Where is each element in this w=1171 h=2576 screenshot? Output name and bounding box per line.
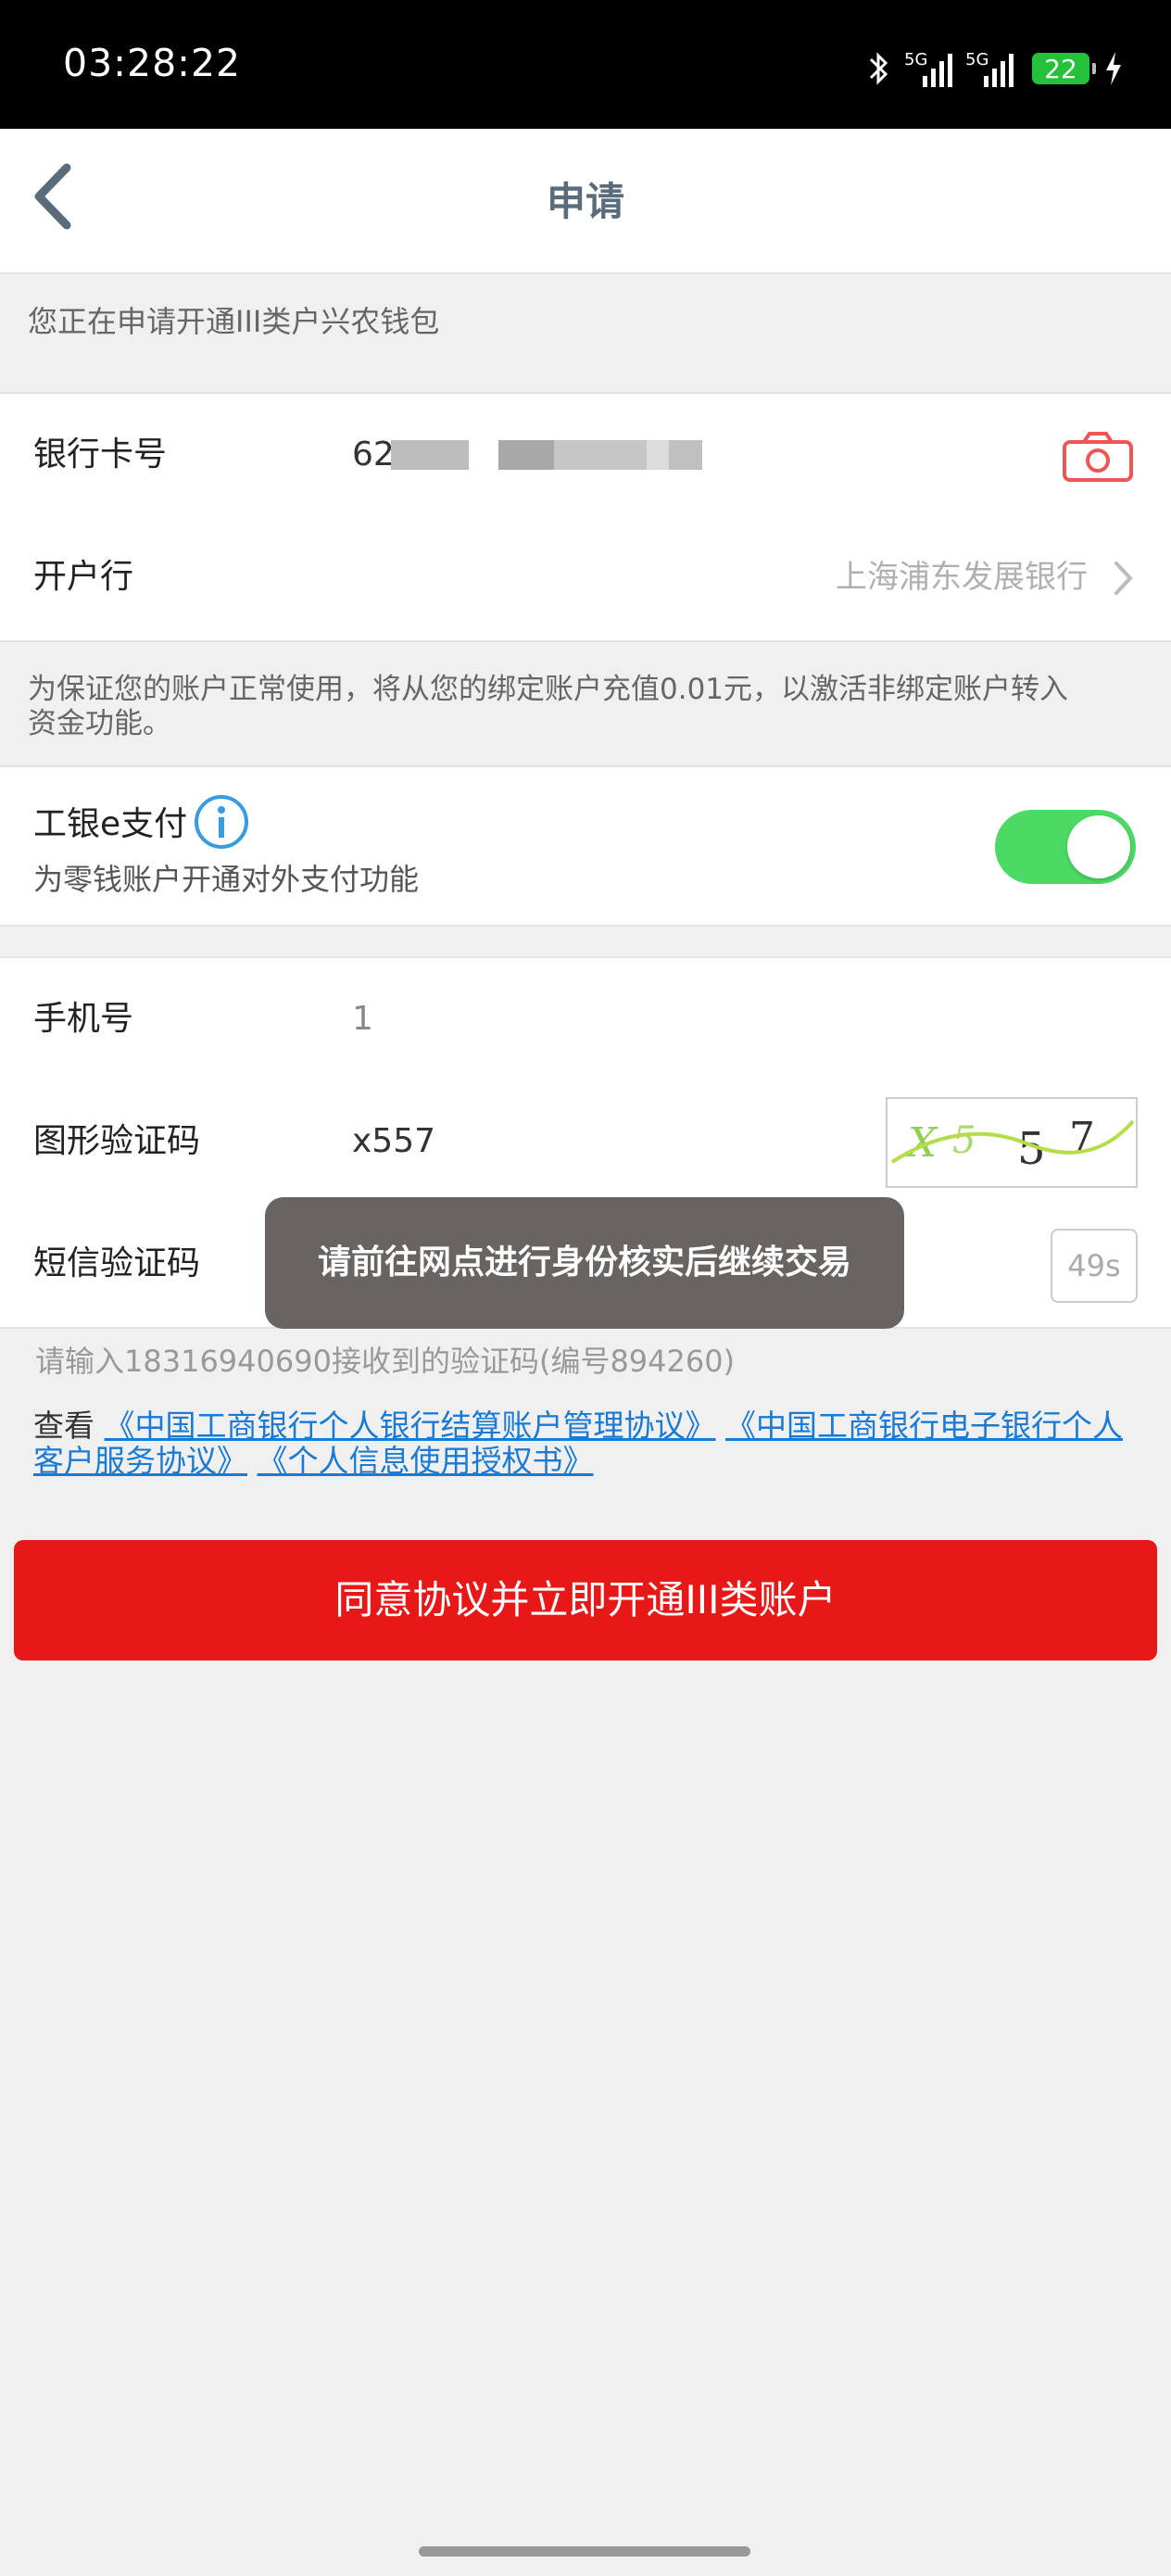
intro-note: 您正在申请开通III类户兴农钱包 [28, 304, 440, 339]
card-number-row[interactable]: 银行卡号 62 [0, 394, 1171, 518]
card-number-label: 银行卡号 [33, 436, 168, 474]
status-time: 03:28:22 [63, 41, 242, 85]
signal-label-1: 5G [904, 50, 928, 69]
sms-hint: 请输入18316940690接收到的验证码(编号894260) [35, 1344, 736, 1379]
phone-label: 手机号 [33, 1000, 134, 1038]
toast-message: 请前往网点进行身份核实后继续交易 [265, 1197, 904, 1329]
epay-label: 工银e支付 [33, 805, 188, 843]
bluetooth-icon [869, 52, 888, 85]
activation-note-line1: 为保证您的账户正常使用，将从您的绑定账户充值0.01元，以激活非绑定账户转入 [28, 673, 1069, 706]
activation-note-line2: 资金功能。 [28, 707, 171, 740]
home-indicator[interactable] [419, 2546, 750, 2557]
info-icon[interactable] [193, 793, 250, 851]
epay-description: 为零钱账户开通对外支付功能 [33, 862, 420, 897]
epay-toggle[interactable] [995, 810, 1136, 884]
page-title: 申请 [546, 179, 624, 224]
battery-icon: 22 [1032, 53, 1096, 84]
masked-digits-3 [554, 440, 647, 470]
phone-input[interactable]: 1 [352, 958, 373, 1080]
agreement-link-account[interactable]: 《中国工商银行个人银行结算账户管理协议》 [105, 1408, 716, 1444]
signal-label-2: 5G [965, 50, 989, 69]
card-section: 银行卡号 62 开户行 上海浦东发展银行 [0, 392, 1171, 642]
bank-row[interactable]: 开户行 上海浦东发展银行 [0, 516, 1171, 638]
signal-icon-1: 5G [904, 50, 952, 87]
charging-bolt-icon [1106, 52, 1121, 85]
submit-button[interactable]: 同意协议并立即开通III类账户 [14, 1540, 1157, 1661]
status-bar: 03:28:22 5G 5G 22 [0, 0, 1171, 129]
masked-digits-1 [391, 440, 469, 470]
camera-icon[interactable] [1062, 431, 1134, 483]
signal-icon-2: 5G [965, 50, 1014, 87]
agreements-prefix: 查看 [33, 1408, 94, 1444]
masked-digits-2 [498, 440, 554, 470]
bank-value: 上海浦东发展银行 [836, 559, 1088, 596]
masked-digits-5 [669, 440, 702, 470]
chevron-right-icon [1114, 562, 1133, 595]
bank-label: 开户行 [33, 558, 134, 596]
captcha-row: 图形验证码 x557 X 5 5 7 [0, 1080, 1171, 1205]
svg-text:5: 5 [952, 1119, 976, 1162]
toggle-knob [1067, 815, 1130, 878]
card-number-value: 62 [352, 436, 395, 474]
agreements-text: 查看 《中国工商银行个人银行结算账户管理协议》 《中国工商银行电子银行个人客户服… [33, 1408, 1141, 1479]
nav-bar: 申请 [0, 129, 1171, 274]
captcha-input[interactable]: x557 [352, 1080, 435, 1203]
captcha-label: 图形验证码 [33, 1122, 201, 1160]
phone-row: 手机号 1 [0, 958, 1171, 1082]
agreement-link-privacy[interactable]: 《个人信息使用授权书》 [258, 1443, 594, 1479]
epay-section: 工银e支付 为零钱账户开通对外支付功能 [0, 765, 1171, 927]
status-icons: 5G 5G 22 [867, 41, 1125, 96]
captcha-image[interactable]: X 5 5 7 [886, 1097, 1138, 1188]
sms-label: 短信验证码 [33, 1244, 201, 1282]
sms-countdown-button[interactable]: 49s [1051, 1229, 1138, 1303]
